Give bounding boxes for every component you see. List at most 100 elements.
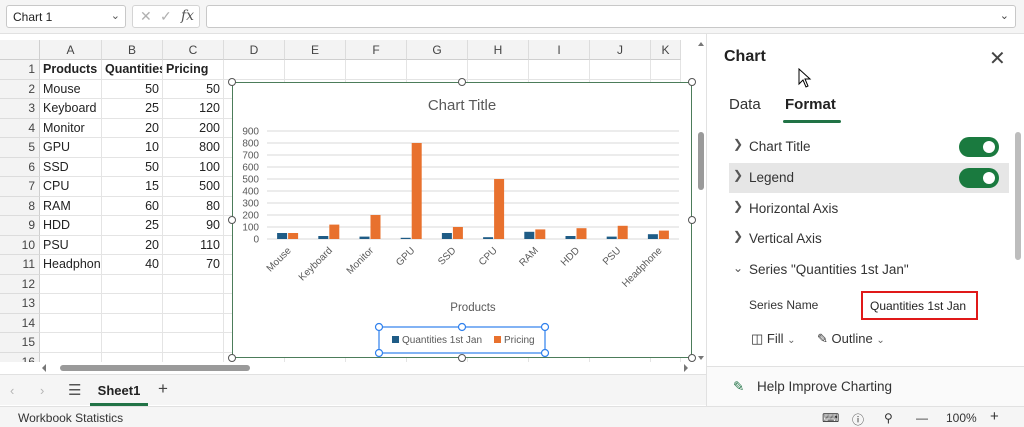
fill-button[interactable]: ◫ Fill ⌄ — [751, 331, 796, 347]
table-cell[interactable]: 200 — [163, 118, 224, 138]
table-cell[interactable] — [102, 274, 163, 294]
column-header-d[interactable]: D — [224, 40, 285, 60]
row-header-12[interactable]: 12 — [0, 274, 40, 294]
resize-handle[interactable] — [458, 354, 466, 362]
row-header-6[interactable]: 6 — [0, 157, 40, 177]
table-cell[interactable]: 20 — [102, 118, 163, 138]
empty-cell[interactable] — [651, 60, 681, 80]
keyboard-icon[interactable]: ⌨ — [822, 411, 839, 425]
section-series[interactable]: ⌄ Series "Quantities 1st Jan" — [729, 255, 1009, 285]
table-cell[interactable]: Pricing — [163, 60, 224, 80]
section-horizontal-axis[interactable]: ❯ Horizontal Axis — [729, 194, 1009, 224]
table-cell[interactable]: 20 — [102, 235, 163, 255]
empty-cell[interactable] — [346, 60, 407, 80]
table-cell[interactable]: 40 — [102, 255, 163, 275]
zoom-out-button[interactable]: — — [916, 411, 928, 425]
resize-handle[interactable] — [688, 354, 696, 362]
table-cell[interactable]: 800 — [163, 138, 224, 158]
series-name-input[interactable]: Quantities 1st Jan — [861, 291, 978, 320]
table-cell[interactable] — [102, 333, 163, 353]
table-cell[interactable] — [163, 313, 224, 333]
legend-toggle[interactable] — [959, 168, 999, 188]
chart-title-toggle[interactable] — [959, 137, 999, 157]
table-cell[interactable]: 15 — [102, 177, 163, 197]
table-cell[interactable]: 70 — [163, 255, 224, 275]
all-sheets-menu-icon[interactable]: ☰ — [68, 381, 81, 399]
row-header-9[interactable]: 9 — [0, 216, 40, 236]
cancel-icon[interactable]: ✕ — [140, 8, 152, 25]
table-cell[interactable]: GPU — [40, 138, 102, 158]
add-sheet-button[interactable]: + — [158, 379, 168, 399]
name-box[interactable]: Chart 1 ⌄ — [6, 5, 126, 28]
table-cell[interactable]: SSD — [40, 157, 102, 177]
table-cell[interactable]: 25 — [102, 99, 163, 119]
zoom-level[interactable]: 100% — [946, 411, 977, 425]
table-cell[interactable]: RAM — [40, 196, 102, 216]
table-cell[interactable]: 100 — [163, 157, 224, 177]
workbook-statistics[interactable]: Workbook Statistics — [18, 411, 123, 425]
table-cell[interactable]: 110 — [163, 235, 224, 255]
table-cell[interactable]: Products — [40, 60, 102, 80]
section-chart-title[interactable]: ❯ Chart Title — [729, 132, 1009, 162]
table-cell[interactable]: HDD — [40, 216, 102, 236]
sheet-tab-sheet1[interactable]: Sheet1 — [90, 375, 148, 406]
column-header-e[interactable]: E — [285, 40, 346, 60]
column-header-i[interactable]: I — [529, 40, 590, 60]
row-header-2[interactable]: 2 — [0, 79, 40, 99]
table-cell[interactable]: 50 — [163, 79, 224, 99]
table-cell[interactable]: 80 — [163, 196, 224, 216]
resize-handle[interactable] — [688, 216, 696, 224]
help-icon[interactable]: ⓘ — [852, 411, 864, 427]
chart-object[interactable]: Chart Title 0 100 200 300 400 500 600 700 800 900 M… — [232, 82, 692, 358]
vertical-scrollbar[interactable] — [696, 40, 706, 362]
table-cell[interactable] — [102, 313, 163, 333]
close-icon[interactable]: ✕ — [989, 46, 1006, 71]
table-cell[interactable]: Headphone — [40, 255, 102, 275]
row-header-16[interactable]: 16 — [0, 352, 40, 362]
row-header-1[interactable]: 1 — [0, 60, 40, 80]
row-header-10[interactable]: 10 — [0, 235, 40, 255]
table-cell[interactable] — [40, 274, 102, 294]
table-cell[interactable]: 50 — [102, 157, 163, 177]
table-cell[interactable]: 25 — [102, 216, 163, 236]
table-cell[interactable] — [102, 294, 163, 314]
table-cell[interactable]: Monitor — [40, 118, 102, 138]
table-cell[interactable] — [40, 352, 102, 362]
table-cell[interactable]: 120 — [163, 99, 224, 119]
column-header-c[interactable]: C — [163, 40, 224, 60]
table-cell[interactable]: 50 — [102, 79, 163, 99]
empty-cell[interactable] — [590, 60, 651, 80]
row-header-14[interactable]: 14 — [0, 313, 40, 333]
insert-function-button[interactable]: fx — [181, 8, 194, 24]
empty-cell[interactable] — [285, 60, 346, 80]
resize-handle[interactable] — [228, 78, 236, 86]
table-cell[interactable]: PSU — [40, 235, 102, 255]
row-header-8[interactable]: 8 — [0, 196, 40, 216]
column-header-f[interactable]: F — [346, 40, 407, 60]
table-cell[interactable]: Mouse — [40, 79, 102, 99]
table-cell[interactable] — [163, 294, 224, 314]
tab-format[interactable]: Format — [785, 96, 836, 113]
table-cell[interactable] — [102, 352, 163, 362]
empty-cell[interactable] — [468, 60, 529, 80]
table-cell[interactable]: 500 — [163, 177, 224, 197]
select-all-corner[interactable] — [0, 40, 40, 60]
row-header-3[interactable]: 3 — [0, 99, 40, 119]
table-cell[interactable] — [40, 313, 102, 333]
empty-cell[interactable] — [529, 60, 590, 80]
column-header-h[interactable]: H — [468, 40, 529, 60]
section-vertical-axis[interactable]: ❯ Vertical Axis — [729, 224, 1009, 254]
table-cell[interactable]: Keyboard — [40, 99, 102, 119]
pane-scrollbar[interactable] — [1015, 132, 1021, 260]
resize-handle[interactable] — [688, 78, 696, 86]
table-cell[interactable]: 90 — [163, 216, 224, 236]
table-cell[interactable] — [163, 274, 224, 294]
resize-handle[interactable] — [228, 354, 236, 362]
chevron-down-icon[interactable]: ⌄ — [1000, 9, 1009, 22]
table-cell[interactable] — [40, 333, 102, 353]
table-cell[interactable] — [163, 352, 224, 362]
row-header-5[interactable]: 5 — [0, 138, 40, 158]
prev-sheet-icon[interactable]: ‹ — [10, 383, 14, 398]
check-icon[interactable]: ✓ — [160, 8, 172, 25]
section-legend[interactable]: ❯ Legend — [729, 163, 1009, 193]
